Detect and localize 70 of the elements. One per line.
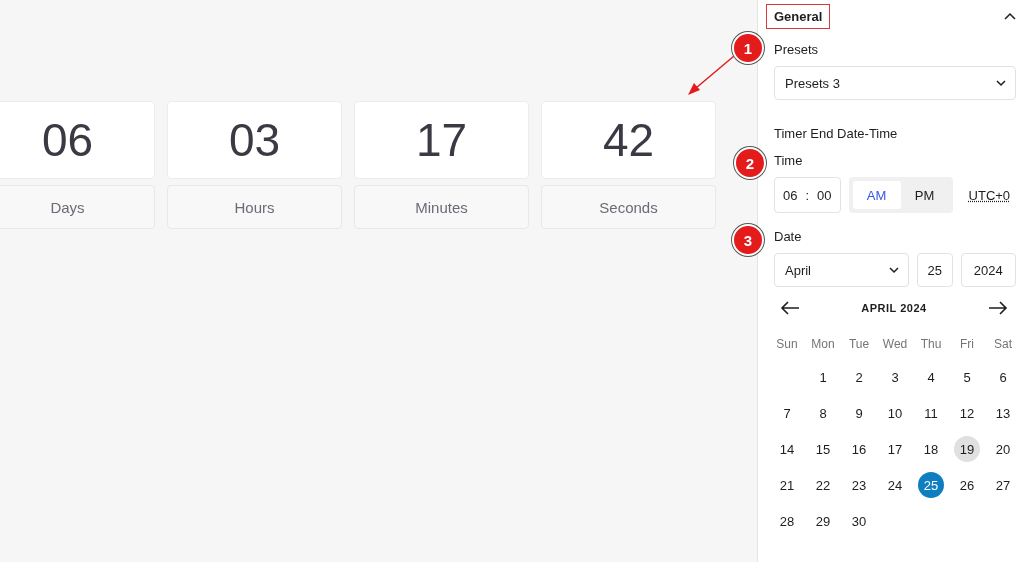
calendar-day[interactable]: 10 [882, 400, 908, 426]
step-badge: 3 [732, 224, 764, 256]
calendar-day[interactable]: 17 [882, 436, 908, 462]
calendar-day[interactable]: 26 [954, 472, 980, 498]
field-label: Time [774, 153, 804, 168]
calendar-day[interactable]: 5 [954, 364, 980, 390]
step-badge: 1 [732, 32, 764, 64]
next-month-button[interactable] [988, 301, 1008, 315]
weekday-label: Tue [847, 337, 871, 353]
weekday-label: Fri [959, 337, 975, 353]
calendar-day[interactable]: 6 [990, 364, 1016, 390]
calendar-day[interactable]: 20 [990, 436, 1016, 462]
month-select[interactable]: April [774, 253, 909, 287]
calendar-day[interactable]: 29 [810, 508, 836, 534]
calendar-day[interactable]: 18 [918, 436, 944, 462]
calendar-day[interactable]: 19 [954, 436, 980, 462]
calendar-title: APRIL 2024 [861, 302, 927, 314]
calendar-day[interactable]: 11 [918, 400, 944, 426]
countdown-label: Seconds [541, 185, 716, 229]
panel-title: General [766, 3, 831, 29]
calendar-day[interactable]: 12 [954, 400, 980, 426]
countdown-label: Days [0, 185, 155, 229]
day-field[interactable]: 25 [916, 253, 953, 287]
calendar-day[interactable]: 14 [774, 436, 800, 462]
countdown-value: 17 [354, 101, 529, 179]
calendar-day[interactable]: 25 [918, 472, 944, 498]
arrow-left-icon [780, 301, 800, 315]
field-label: Presets [774, 42, 820, 57]
chevron-down-icon [887, 266, 900, 274]
calendar-day[interactable]: 23 [846, 472, 872, 498]
countdown-label: Hours [167, 185, 342, 229]
calendar-day[interactable]: 7 [774, 400, 800, 426]
calendar-day[interactable]: 15 [810, 436, 836, 462]
calendar-day[interactable]: 9 [846, 400, 872, 426]
step-badge: 2 [734, 147, 766, 179]
calendar-day[interactable]: 16 [846, 436, 872, 462]
calendar-day[interactable]: 22 [810, 472, 836, 498]
weekday-label: Mon [810, 337, 836, 353]
previous-month-button[interactable] [780, 301, 800, 315]
calendar-day[interactable]: 3 [882, 364, 908, 390]
period-option[interactable]: PM [900, 181, 949, 209]
countdown-label: Minutes [354, 185, 529, 229]
weekday-label: Sun [775, 337, 799, 353]
calendar-day[interactable]: 13 [990, 400, 1016, 426]
weekday-label: Thu [919, 337, 943, 353]
field-label: Date [774, 229, 803, 244]
section-title: Timer End Date-Time [774, 126, 899, 141]
year-field[interactable]: 2024 [960, 253, 1016, 287]
chevron-down-icon [995, 79, 1007, 87]
calendar-day[interactable]: 2 [846, 364, 872, 390]
calendar-day[interactable]: 28 [774, 508, 800, 534]
weekday-label: Sat [993, 337, 1013, 353]
calendar-day[interactable]: 24 [882, 472, 908, 498]
countdown-value: 06 [0, 101, 155, 179]
arrow-right-icon [988, 301, 1008, 315]
time-field[interactable]: 06 : 00 [774, 177, 841, 213]
calendar-day[interactable]: 4 [918, 364, 944, 390]
countdown-value: 42 [541, 101, 716, 179]
weekday-label: Wed [881, 337, 909, 353]
calendar-day[interactable]: 21 [774, 472, 800, 498]
presets-select[interactable]: Presets 3 [774, 66, 1016, 100]
annotation-arrow [686, 55, 736, 97]
countdown-value: 03 [167, 101, 342, 179]
calendar-day[interactable]: 30 [846, 508, 872, 534]
calendar-day[interactable]: 8 [810, 400, 836, 426]
chevron-up-icon[interactable] [1004, 12, 1016, 20]
calendar-day[interactable]: 27 [990, 472, 1016, 498]
calendar-day[interactable]: 1 [810, 364, 836, 390]
timezone-link[interactable]: UTC+0 [968, 187, 1011, 203]
period-option[interactable]: AM [852, 181, 901, 209]
